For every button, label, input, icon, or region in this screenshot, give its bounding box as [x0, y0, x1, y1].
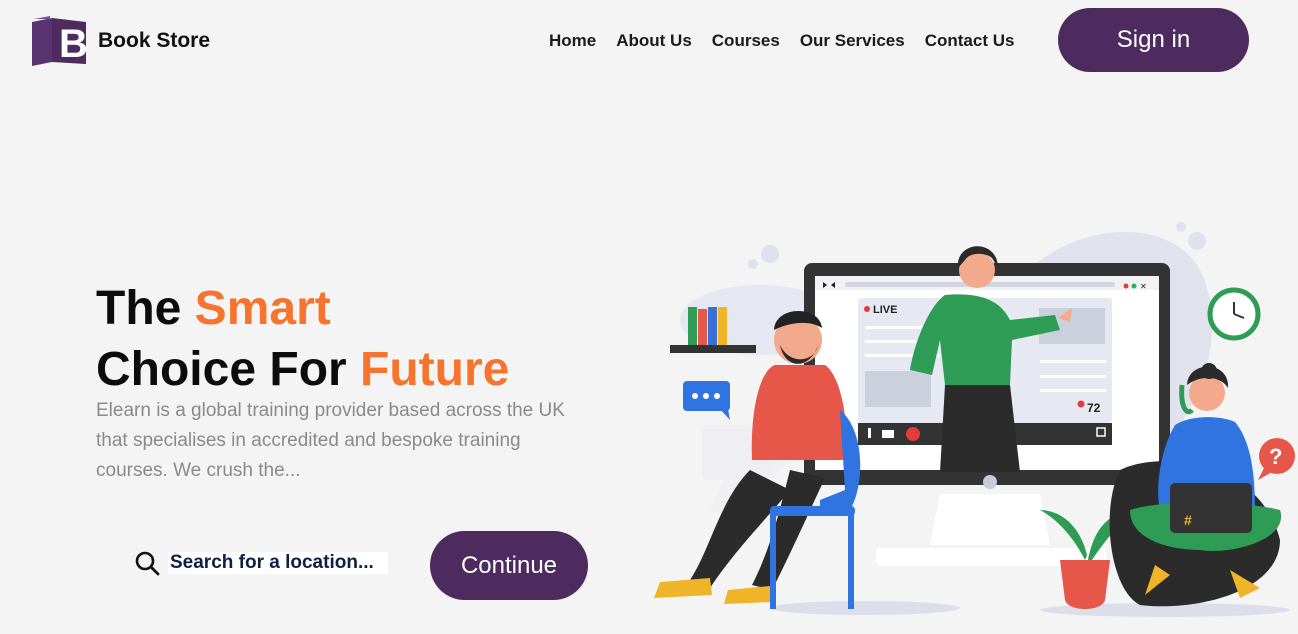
location-search: [134, 550, 388, 576]
hero-title-highlight-future: Future: [360, 343, 510, 396]
main-nav: Home About Us Courses Our Services Conta…: [549, 31, 1014, 51]
location-search-input[interactable]: [168, 552, 388, 574]
viewer-count: 72: [1087, 401, 1101, 415]
brand-logo[interactable]: B Book Store: [30, 16, 210, 66]
hero-description: Elearn is a global training provider bas…: [96, 400, 565, 481]
nav-contact-us[interactable]: Contact Us: [925, 31, 1015, 51]
brand-name: Book Store: [98, 29, 211, 52]
continue-button[interactable]: Continue: [430, 531, 588, 600]
nav-our-services[interactable]: Our Services: [800, 31, 905, 51]
svg-text:B: B: [59, 22, 88, 66]
nav-about-us[interactable]: About Us: [616, 31, 692, 51]
e-learning-illustration: ✕ LIVE 72 ? #: [654, 222, 1295, 617]
hero-title: The Smart Choice For Future: [96, 278, 509, 400]
svg-text:#: #: [1184, 512, 1192, 528]
live-label: LIVE: [873, 304, 897, 316]
nav-courses[interactable]: Courses: [712, 31, 780, 51]
book-logo-icon: B: [32, 16, 88, 66]
svg-text:?: ?: [1269, 444, 1282, 469]
svg-text:✕: ✕: [1140, 282, 1147, 291]
nav-home[interactable]: Home: [549, 31, 596, 51]
hero-title-line2-prefix: Choice For: [96, 343, 361, 396]
search-icon[interactable]: [134, 550, 160, 576]
hero-title-highlight-smart: Smart: [194, 282, 331, 335]
hero-title-line1-prefix: The: [96, 282, 195, 335]
sign-in-button[interactable]: Sign in: [1058, 8, 1249, 72]
